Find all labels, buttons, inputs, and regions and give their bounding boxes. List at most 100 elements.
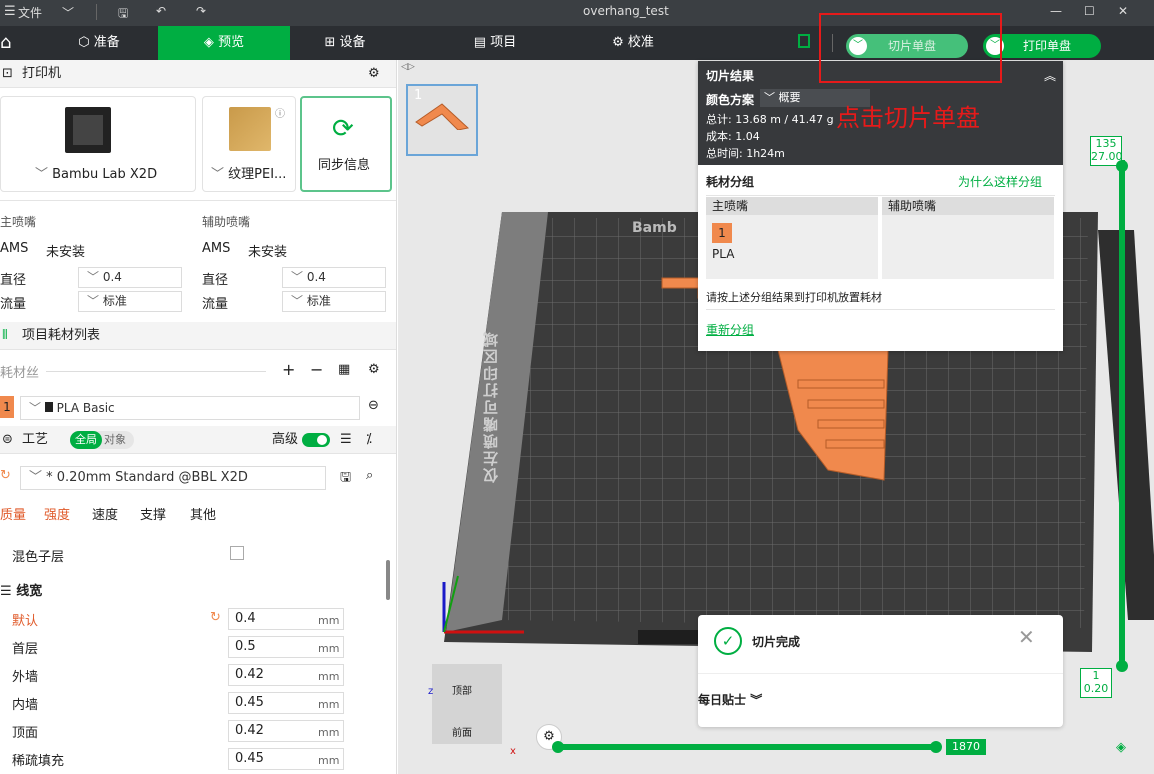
section-title: 打印机 xyxy=(22,66,62,81)
bed-brand-label: Bamb xyxy=(632,220,677,236)
hslider-value: 1870 xyxy=(946,739,986,755)
group-icon: ☰ xyxy=(0,584,17,599)
hamburger-icon[interactable]: ☰ xyxy=(4,4,16,19)
list-icon[interactable]: ☰ xyxy=(340,426,352,454)
printer-section-header: ⊡ 打印机 ⚙ xyxy=(0,60,396,88)
tab-speed[interactable]: 速度 xyxy=(92,504,118,523)
slice-complete-toast: ✓ 切片完成 ✕ 每日贴士 ︾ xyxy=(698,615,1063,727)
printer-name: Bambu Lab X2D xyxy=(52,167,158,182)
info-icon[interactable]: ⓘ xyxy=(275,105,285,120)
sync-info-button[interactable]: ⟳ 同步信息 xyxy=(300,96,392,192)
tab-project[interactable]: ▤ 项目 xyxy=(440,26,550,60)
annotation-text: 点击切片单盘 xyxy=(836,104,980,132)
aux-flow-select[interactable]: ﹀ 标准 xyxy=(282,291,386,312)
expand-icon[interactable]: ︾ xyxy=(750,693,762,707)
settings-icon[interactable]: ⚙ xyxy=(368,362,380,377)
printer-card[interactable]: ﹀ Bambu Lab X2D xyxy=(0,96,196,192)
vslider-top-handle[interactable] xyxy=(1116,160,1128,172)
daily-tips[interactable]: 每日贴士 xyxy=(698,693,746,707)
scope-toggle[interactable]: 全局 对象 xyxy=(70,431,134,449)
layers-icon: ◈ xyxy=(203,35,219,50)
project-icon: ▤ xyxy=(473,35,491,50)
home-icon[interactable]: ⌂ xyxy=(0,32,11,53)
close-button[interactable]: ✕ xyxy=(1118,4,1128,18)
settings-icon[interactable]: ⚙ xyxy=(368,60,380,88)
tab-quality[interactable]: 质量 xyxy=(0,504,26,523)
regroup-link[interactable]: 重新分组 xyxy=(706,321,754,338)
cost: 成本: 1.04 xyxy=(706,130,760,143)
tab-strength[interactable]: 强度 xyxy=(44,504,70,523)
filament-manage-icon[interactable]: ▦ xyxy=(338,362,350,377)
device-icon: ⊞ xyxy=(324,35,340,50)
filament-row[interactable]: 1 ﹀ PLA Basic ⊖ xyxy=(0,394,396,420)
left-nozzle-area-label: 仅左喷嘴可打印区域 xyxy=(482,330,500,483)
redo-icon[interactable]: ↷ xyxy=(196,4,206,18)
highlight-box xyxy=(819,13,1002,83)
left-sidebar: ⊡ 打印机 ⚙ ﹀ Bambu Lab X2D ⓘ ﹀ 纹理PEI... ⟳ 同… xyxy=(0,60,397,774)
hslider-start-handle[interactable] xyxy=(552,741,564,753)
aux-diameter-select[interactable]: ﹀ 0.4 xyxy=(282,267,386,288)
tab-device[interactable]: ⊞ 设备 xyxy=(290,26,400,60)
reset-icon[interactable]: ↻ xyxy=(0,468,11,483)
tab-other[interactable]: 其他 xyxy=(190,504,216,523)
group-instruction: 请按上述分组结果到打印机放置耗材 xyxy=(706,291,882,304)
file-menu[interactable]: 文件 xyxy=(18,4,42,21)
view-cube[interactable]: 顶部 前面 xyxy=(432,664,502,744)
reset-icon[interactable]: ↻ xyxy=(210,610,221,625)
toast-title: 切片完成 xyxy=(752,635,801,649)
chevron-down-icon: ﹀ xyxy=(35,167,53,182)
plate-card[interactable]: ⓘ ﹀ 纹理PEI... xyxy=(202,96,296,192)
printer-icon: ⊡ xyxy=(2,66,13,81)
total-usage: 总计: 13.68 m / 41.47 g xyxy=(706,113,834,126)
printer-image xyxy=(65,107,111,153)
save-icon[interactable]: 🖫 xyxy=(340,468,351,490)
process-preset-select[interactable]: ﹀ * 0.20mm Standard @BBL X2D xyxy=(20,466,326,490)
tab-prepare[interactable]: ⬡ 准备 xyxy=(40,26,158,60)
chevron-down-icon[interactable]: ﹀ xyxy=(62,4,74,21)
add-icon[interactable]: + xyxy=(282,360,295,379)
close-icon[interactable]: ✕ xyxy=(1018,625,1035,649)
layout-icon[interactable] xyxy=(798,34,810,48)
window-title: overhang_test xyxy=(583,4,669,18)
horizontal-layer-slider[interactable] xyxy=(556,744,936,750)
main-diameter-select[interactable]: ﹀ 0.4 xyxy=(78,267,182,288)
vslider-bottom-handle[interactable] xyxy=(1116,660,1128,672)
tab-calibration[interactable]: ⚙ 校准 xyxy=(578,26,688,60)
filament-icon: ⦀ xyxy=(2,328,8,343)
save-icon[interactable]: 🖫 xyxy=(118,4,128,25)
filament-select[interactable]: ﹀ PLA Basic xyxy=(20,396,360,420)
search-icon[interactable]: ⌕ xyxy=(366,468,373,483)
collapse-icon[interactable]: ︽ xyxy=(1044,67,1056,84)
layers-icon[interactable]: ◈ xyxy=(1116,740,1126,755)
undo-icon[interactable]: ↶ xyxy=(156,4,166,18)
filament-section-header: ⦀ 项目耗材列表 xyxy=(0,322,396,350)
filament-color-swatch[interactable]: 1 xyxy=(0,396,14,418)
process-section-header: ⊜ 工艺 全局 对象 高级 ☰ ⁒ xyxy=(0,426,396,454)
filament-chip: 1 xyxy=(712,223,732,243)
tab-preview[interactable]: ◈ 预览 xyxy=(158,26,290,60)
filament-toolbar: 耗材丝 + − ▦ ⚙ xyxy=(0,360,380,381)
divider xyxy=(96,4,97,20)
scrollbar[interactable] xyxy=(386,560,390,600)
main-flow-select[interactable]: ﹀ 标准 xyxy=(78,291,182,312)
main-nozzle-group: 主喷嘴 1 PLA xyxy=(706,197,878,279)
more-icon[interactable]: ⊖ xyxy=(368,398,379,413)
process-tabs: 质量 强度 速度 支撑 其他 xyxy=(0,504,396,528)
compare-icon[interactable]: ⁒ xyxy=(366,426,372,454)
why-group-link[interactable]: 为什么这样分组 xyxy=(958,173,1042,190)
chevron-down-icon: ﹀ xyxy=(211,167,229,182)
advanced-toggle[interactable] xyxy=(302,433,330,447)
hslider-end-handle[interactable] xyxy=(930,741,942,753)
tab-support[interactable]: 支撑 xyxy=(140,504,166,523)
aux-nozzle-group: 辅助喷嘴 xyxy=(882,197,1054,279)
process-settings-list: 混色子层 ☰ 线宽 默认 ↻ 0.4 mm 首层 0.5 mm 外墙 0.42 … xyxy=(0,528,386,774)
minimize-button[interactable]: — xyxy=(1050,4,1062,18)
maximize-button[interactable]: ☐ xyxy=(1084,4,1095,18)
vslider-bottom-label: 1 0.20 xyxy=(1080,668,1112,698)
remove-icon[interactable]: − xyxy=(310,360,323,379)
plate-image xyxy=(229,107,271,151)
filament-brand-icon xyxy=(44,402,53,412)
vertical-layer-slider[interactable] xyxy=(1119,160,1125,670)
chevron-down-icon: ﹀ xyxy=(764,91,779,104)
mix-checkbox[interactable] xyxy=(230,546,244,560)
